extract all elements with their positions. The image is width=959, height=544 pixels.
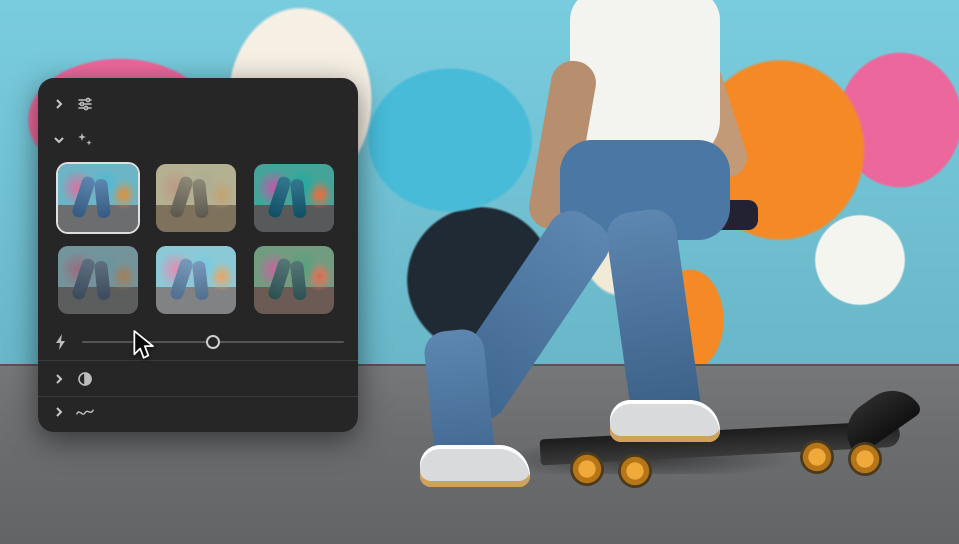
- preset-original[interactable]: [58, 164, 138, 232]
- chevron-right-icon: [52, 405, 66, 419]
- preset-thumbnail-image: [254, 164, 334, 232]
- chevron-right-icon: [52, 372, 66, 386]
- chevron-down-icon: [52, 133, 66, 147]
- preset-thumbnail-image: [156, 246, 236, 314]
- slider-handle[interactable]: [206, 335, 220, 349]
- preset-thumbnail-image: [58, 246, 138, 314]
- preset-sepia[interactable]: [156, 164, 236, 232]
- preset-thumbnail-image: [254, 246, 334, 314]
- canvas-shadow: [425, 444, 865, 474]
- edit-panel: [38, 78, 358, 432]
- section-presets-header[interactable]: [38, 122, 358, 158]
- section-effects-header[interactable]: [38, 360, 358, 396]
- preset-cool[interactable]: [254, 164, 334, 232]
- preset-crossproc[interactable]: [254, 246, 334, 314]
- chevron-right-icon: [52, 97, 66, 111]
- bolt-icon: [52, 333, 70, 351]
- preset-muted[interactable]: [58, 246, 138, 314]
- contrast-icon: [76, 370, 94, 388]
- preset-grid: [38, 158, 358, 324]
- sliders-icon: [76, 95, 94, 113]
- preset-thumbnail-image: [58, 164, 138, 232]
- intensity-row: [38, 324, 358, 360]
- section-adjust-header[interactable]: [38, 86, 358, 122]
- healing-icon: [76, 403, 94, 421]
- sparkle-icon: [76, 131, 94, 149]
- intensity-slider[interactable]: [82, 332, 344, 352]
- preset-thumbnail-image: [156, 164, 236, 232]
- section-healing-header[interactable]: [38, 396, 358, 426]
- preset-faded[interactable]: [156, 246, 236, 314]
